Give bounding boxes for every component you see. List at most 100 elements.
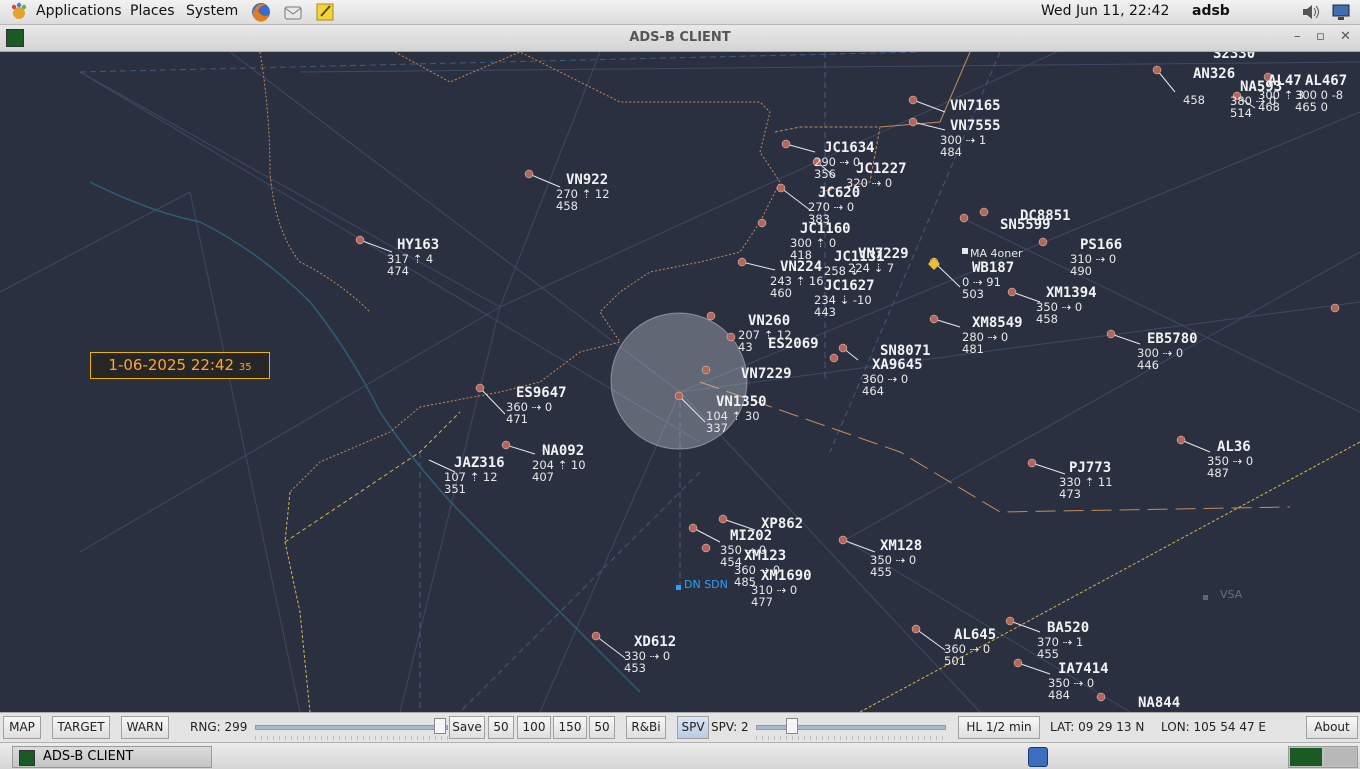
- close-button[interactable]: ✕: [1340, 29, 1351, 44]
- track-callsign[interactable]: VN1350: [716, 395, 767, 409]
- track-callsign[interactable]: AN326: [1193, 67, 1235, 81]
- track-callsign[interactable]: MI202: [730, 529, 772, 543]
- track-callsign[interactable]: AL47: [1268, 74, 1302, 88]
- track-data-line: 464: [862, 384, 884, 398]
- taskbar-window-item[interactable]: ADS-B CLIENT: [12, 746, 212, 768]
- track-callsign[interactable]: XM1690: [761, 569, 812, 583]
- track-data-line: 458: [556, 199, 578, 213]
- track-callsign[interactable]: AL645: [954, 628, 996, 642]
- track-data-line: 356: [814, 167, 836, 181]
- track-callsign[interactable]: PS166: [1080, 238, 1122, 252]
- track-callsign[interactable]: JC1131: [834, 250, 885, 264]
- menu-applications[interactable]: Applications: [36, 3, 122, 19]
- range-50b-button[interactable]: 50: [589, 716, 615, 739]
- network-icon[interactable]: [1330, 1, 1352, 23]
- history-button[interactable]: HL 1/2 min: [958, 716, 1040, 739]
- volume-icon[interactable]: [1300, 1, 1322, 23]
- track-callsign[interactable]: JC1634: [824, 141, 875, 155]
- radar-map[interactable]: 1-06-2025 22:42 35 MA 4oner DN SDN VSA S…: [0, 52, 1360, 712]
- workspace-icon[interactable]: [1028, 747, 1048, 767]
- track-callsign[interactable]: AL36: [1217, 440, 1251, 454]
- track-callsign[interactable]: JC1160: [800, 222, 851, 236]
- clock[interactable]: Wed Jun 11, 22:42: [1041, 3, 1169, 19]
- menu-places[interactable]: Places: [130, 3, 175, 19]
- user-name[interactable]: adsb: [1192, 3, 1230, 19]
- track-data-line: 446: [1137, 358, 1159, 372]
- notes-icon[interactable]: [314, 1, 336, 23]
- range-100-button[interactable]: 100: [517, 716, 551, 739]
- track-callsign[interactable]: BA520: [1047, 621, 1089, 635]
- track-callsign[interactable]: VN224: [780, 260, 822, 274]
- track-callsign[interactable]: XM1394: [1046, 286, 1097, 300]
- warn-button[interactable]: WARN: [121, 716, 169, 739]
- range-slider-thumb[interactable]: [434, 718, 446, 734]
- track-data-line: 458: [1183, 93, 1205, 107]
- track-callsign[interactable]: JC1227: [856, 162, 907, 176]
- track-callsign[interactable]: VN7555: [950, 119, 1001, 133]
- latitude-readout: LAT: 09 29 13 N: [1050, 720, 1145, 734]
- spv-slider-thumb[interactable]: [786, 718, 798, 734]
- spv-button[interactable]: SPV: [677, 716, 709, 739]
- rbi-button[interactable]: R&Bi: [626, 716, 666, 739]
- track-callsign[interactable]: VN922: [566, 173, 608, 187]
- track-callsign[interactable]: JC620: [818, 186, 860, 200]
- track-callsign[interactable]: JAZ316: [454, 456, 505, 470]
- minimize-button[interactable]: –: [1294, 29, 1301, 44]
- waypoint-label: MA 4oner: [970, 247, 1023, 260]
- spv-label: SPV: 2: [711, 720, 749, 734]
- track-callsign[interactable]: HY163: [397, 238, 439, 252]
- track-callsign[interactable]: S2330: [1213, 52, 1255, 61]
- workspace-2[interactable]: [1324, 748, 1356, 766]
- window-titlebar: ADS-B CLIENT – ▫ ✕: [0, 25, 1360, 52]
- range-50-button[interactable]: 50: [488, 716, 514, 739]
- track-callsign[interactable]: SN8071: [880, 344, 931, 358]
- timestamp-display: 1-06-2025 22:42 35: [90, 352, 270, 379]
- bottom-toolbar: MAP TARGET WARN RNG: 299 Save 50 100 150…: [0, 712, 1360, 742]
- save-button[interactable]: Save: [449, 716, 485, 739]
- track-data-line: 468: [1258, 100, 1280, 114]
- track-callsign[interactable]: SN5599: [1000, 218, 1051, 232]
- track-callsign[interactable]: VN260: [748, 314, 790, 328]
- window-title: ADS-B CLIENT: [629, 30, 731, 45]
- track-callsign[interactable]: ES9647: [516, 386, 567, 400]
- track-callsign[interactable]: JC1627: [824, 279, 875, 293]
- timestamp-seconds: 35: [238, 362, 252, 373]
- track-callsign[interactable]: PJ773: [1069, 461, 1111, 475]
- map-button[interactable]: MAP: [3, 716, 41, 739]
- about-button[interactable]: About: [1306, 716, 1358, 739]
- mail-icon[interactable]: [282, 1, 304, 23]
- track-data-line: 471: [506, 412, 528, 426]
- menu-system[interactable]: System: [186, 3, 238, 19]
- track-callsign[interactable]: NA844: [1138, 696, 1180, 710]
- track-data-line: 477: [751, 595, 773, 609]
- track-callsign[interactable]: XM128: [880, 539, 922, 553]
- track-callsign[interactable]: VN7165: [950, 99, 1001, 113]
- track-callsign[interactable]: IA7414: [1058, 662, 1109, 676]
- target-button[interactable]: TARGET: [52, 716, 110, 739]
- range-slider[interactable]: [255, 718, 448, 740]
- track-data-line: 460: [770, 286, 792, 300]
- track-data-line: 351: [444, 482, 466, 496]
- track-callsign[interactable]: XD612: [634, 635, 676, 649]
- waypoint-label: VSA: [1220, 588, 1243, 601]
- track-callsign[interactable]: VN7229: [741, 367, 792, 381]
- firefox-icon[interactable]: [250, 1, 272, 23]
- spv-slider[interactable]: [756, 718, 946, 740]
- track-callsign[interactable]: EB5780: [1147, 332, 1198, 346]
- workspace-switcher[interactable]: [1288, 746, 1358, 768]
- track-data-line: 501: [944, 654, 966, 668]
- track-callsign[interactable]: AL467: [1305, 74, 1347, 88]
- track-callsign[interactable]: WB187: [972, 261, 1014, 275]
- gnome-foot-icon[interactable]: [8, 1, 30, 23]
- track-callsign[interactable]: NA092: [542, 444, 584, 458]
- maximize-button[interactable]: ▫: [1316, 29, 1325, 44]
- workspace-1[interactable]: [1290, 748, 1322, 766]
- track-callsign[interactable]: ES2069: [768, 337, 819, 351]
- map-graphics: [0, 52, 1360, 712]
- track-callsign[interactable]: XM123: [744, 549, 786, 563]
- track-callsign[interactable]: XA9645: [872, 358, 923, 372]
- taskbar: ADS-B CLIENT: [0, 742, 1360, 769]
- track-data-line: 487: [1207, 466, 1229, 480]
- track-callsign[interactable]: XM8549: [972, 316, 1023, 330]
- range-150-button[interactable]: 150: [553, 716, 587, 739]
